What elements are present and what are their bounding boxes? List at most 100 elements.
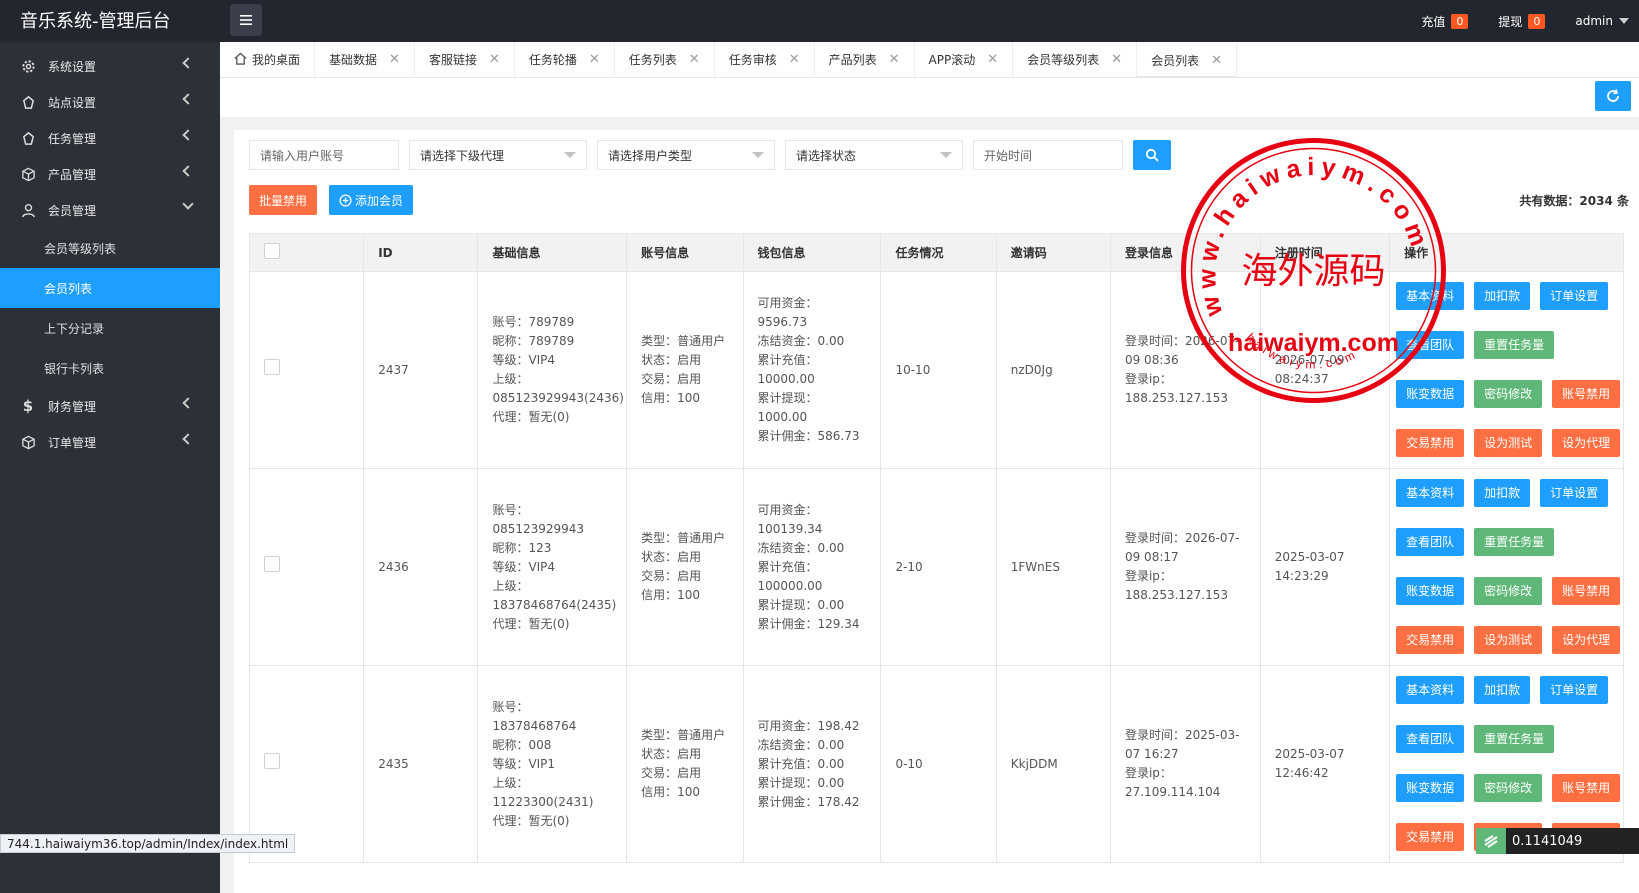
op-button[interactable]: 订单设置 [1540, 479, 1609, 507]
op-button[interactable]: 订单设置 [1540, 676, 1609, 704]
column-header: 登录信息 [1109, 233, 1261, 272]
op-button[interactable]: 账变数据 [1396, 380, 1465, 408]
op-button[interactable]: 加扣款 [1474, 676, 1531, 704]
close-icon[interactable]: ✕ [889, 52, 900, 67]
basic-info-line: 账号：789789 [492, 315, 575, 329]
row-select-cell [248, 665, 365, 863]
status-select[interactable]: 请选择状态 [785, 140, 963, 170]
column-header: 基础信息 [477, 233, 628, 272]
id-cell: 2437 [363, 271, 479, 469]
close-icon[interactable]: ✕ [389, 52, 400, 67]
column-header: 注册时间 [1259, 233, 1391, 272]
op-button[interactable]: 账变数据 [1396, 577, 1465, 605]
start-time-input[interactable]: 开始时间 [973, 140, 1123, 170]
menu-toggle-button[interactable] [230, 4, 262, 36]
login-info-cell: 登录时间：2026-07-09 08:17 登录ip：188.253.127.15… [1109, 468, 1261, 666]
op-button[interactable]: 基本资料 [1396, 282, 1465, 310]
tab-app-scroll[interactable]: APP滚动 ✕ [915, 42, 1014, 77]
op-button[interactable]: 查看团队 [1396, 331, 1465, 359]
tab-product-list[interactable]: 产品列表 ✕ [815, 42, 915, 77]
tab-task-carousel[interactable]: 任务轮播 ✕ [515, 42, 615, 77]
close-icon[interactable]: ✕ [789, 52, 800, 67]
sidebar-item-system[interactable]: 系统设置 [0, 48, 220, 84]
sidebar-sub-member-list[interactable]: 会员列表 [0, 268, 220, 308]
row-checkbox[interactable] [264, 556, 280, 572]
login-info-line: 登录时间：2026-07-09 08:17 [1124, 531, 1240, 564]
close-icon[interactable]: ✕ [1111, 52, 1122, 67]
home-icon [234, 52, 247, 68]
sidebar-item-site[interactable]: 站点设置 [0, 84, 220, 120]
refresh-button[interactable] [1595, 81, 1631, 111]
close-icon[interactable]: ✕ [1211, 53, 1222, 68]
op-button[interactable]: 交易禁用 [1396, 429, 1465, 457]
op-button[interactable]: 基本资料 [1396, 676, 1465, 704]
sidebar-item-task[interactable]: 任务管理 [0, 120, 220, 156]
tab-basic-data[interactable]: 基础数据 ✕ [315, 42, 415, 77]
tab-member-list[interactable]: 会员列表 ✕ [1137, 42, 1237, 77]
withdraw-label: 提现 [1498, 14, 1523, 29]
op-button[interactable]: 设为代理 [1552, 429, 1621, 457]
tab-service-link[interactable]: 客服链接 ✕ [415, 42, 515, 77]
row-checkbox[interactable] [264, 753, 280, 769]
site-icon [20, 94, 36, 110]
row-checkbox[interactable] [264, 359, 280, 375]
op-button[interactable]: 基本资料 [1396, 479, 1465, 507]
sidebar-item-product[interactable]: 产品管理 [0, 156, 220, 192]
op-button[interactable]: 设为测试 [1474, 429, 1543, 457]
op-button[interactable]: 查看团队 [1396, 528, 1465, 556]
tab-task-review[interactable]: 任务审核 ✕ [715, 42, 815, 77]
sidebar-item-member[interactable]: 会员管理 [0, 192, 220, 228]
op-button[interactable]: 查看团队 [1396, 725, 1465, 753]
admin-menu[interactable]: admin [1575, 14, 1629, 28]
add-member-button[interactable]: 添加会员 [329, 185, 414, 215]
close-icon[interactable]: ✕ [987, 52, 998, 67]
op-button[interactable]: 设为测试 [1474, 626, 1543, 654]
wallet-info-line: 累计佣金：129.34 [757, 616, 860, 631]
op-button[interactable]: 密码修改 [1474, 774, 1543, 802]
op-button[interactable]: 账变数据 [1396, 774, 1465, 802]
batch-ban-button[interactable]: 批量禁用 [249, 185, 318, 215]
op-button[interactable]: 重置任务量 [1474, 528, 1555, 556]
account-info-cell: 类型：普通用户 状态：启用 交易：启用 信用：100 [626, 468, 744, 666]
agent-select[interactable]: 请选择下级代理 [409, 140, 587, 170]
search-button[interactable] [1133, 140, 1171, 170]
id-cell: 2436 [363, 468, 479, 666]
op-button[interactable]: 重置任务量 [1474, 725, 1555, 753]
op-button[interactable]: 账号禁用 [1552, 577, 1621, 605]
ops-cell: 基本资料加扣款订单设置查看团队重置任务量账变数据密码修改账号禁用交易禁用设为测试… [1389, 271, 1624, 469]
op-button[interactable]: 账号禁用 [1552, 380, 1621, 408]
select-all-checkbox[interactable] [264, 243, 280, 259]
sidebar-sub-member-level[interactable]: 会员等级列表 [0, 228, 220, 268]
close-icon[interactable]: ✕ [589, 52, 600, 67]
op-button[interactable]: 交易禁用 [1396, 823, 1465, 851]
op-button[interactable]: 密码修改 [1474, 380, 1543, 408]
reg-time-cell: 2025-03-07 14:23:29 [1259, 468, 1391, 666]
sidebar-label: 站点设置 [48, 95, 97, 110]
tab-task-list[interactable]: 任务列表 ✕ [615, 42, 715, 77]
op-button[interactable]: 账号禁用 [1552, 774, 1621, 802]
sidebar-item-order[interactable]: 订单管理 [0, 424, 220, 460]
withdraw-link[interactable]: 提现 0 [1498, 13, 1546, 30]
close-icon[interactable]: ✕ [489, 52, 500, 67]
chevron-left-icon [182, 165, 194, 177]
basic-info-line: 上级：18378468764(2435) [492, 578, 617, 612]
op-button[interactable]: 设为代理 [1552, 626, 1621, 654]
tab-member-level-list[interactable]: 会员等级列表 ✕ [1013, 42, 1138, 77]
op-button[interactable]: 加扣款 [1474, 479, 1531, 507]
sidebar-sub-bank-card[interactable]: 银行卡列表 [0, 348, 220, 388]
tab-desktop[interactable]: 我的桌面 [220, 42, 316, 77]
user-type-select[interactable]: 请选择用户类型 [597, 140, 775, 170]
op-button[interactable]: 加扣款 [1474, 282, 1531, 310]
op-button[interactable]: 密码修改 [1474, 577, 1543, 605]
account-search-input[interactable]: 请输入用户账号 [249, 140, 399, 170]
op-button[interactable]: 交易禁用 [1396, 626, 1465, 654]
sidebar-item-finance[interactable]: $ 财务管理 [0, 388, 220, 424]
op-button[interactable]: 重置任务量 [1474, 331, 1555, 359]
sidebar-sub-balance-log[interactable]: 上下分记录 [0, 308, 220, 348]
tab-label: 产品列表 [828, 53, 877, 67]
recharge-link[interactable]: 充值 0 [1421, 13, 1469, 30]
op-button[interactable]: 订单设置 [1540, 282, 1609, 310]
close-icon[interactable]: ✕ [689, 52, 700, 67]
login-info-cell: 登录时间：2026-07-09 08:36 登录ip：188.253.127.15… [1109, 271, 1261, 469]
basic-info-line: 代理：暂无(0) [492, 410, 570, 424]
